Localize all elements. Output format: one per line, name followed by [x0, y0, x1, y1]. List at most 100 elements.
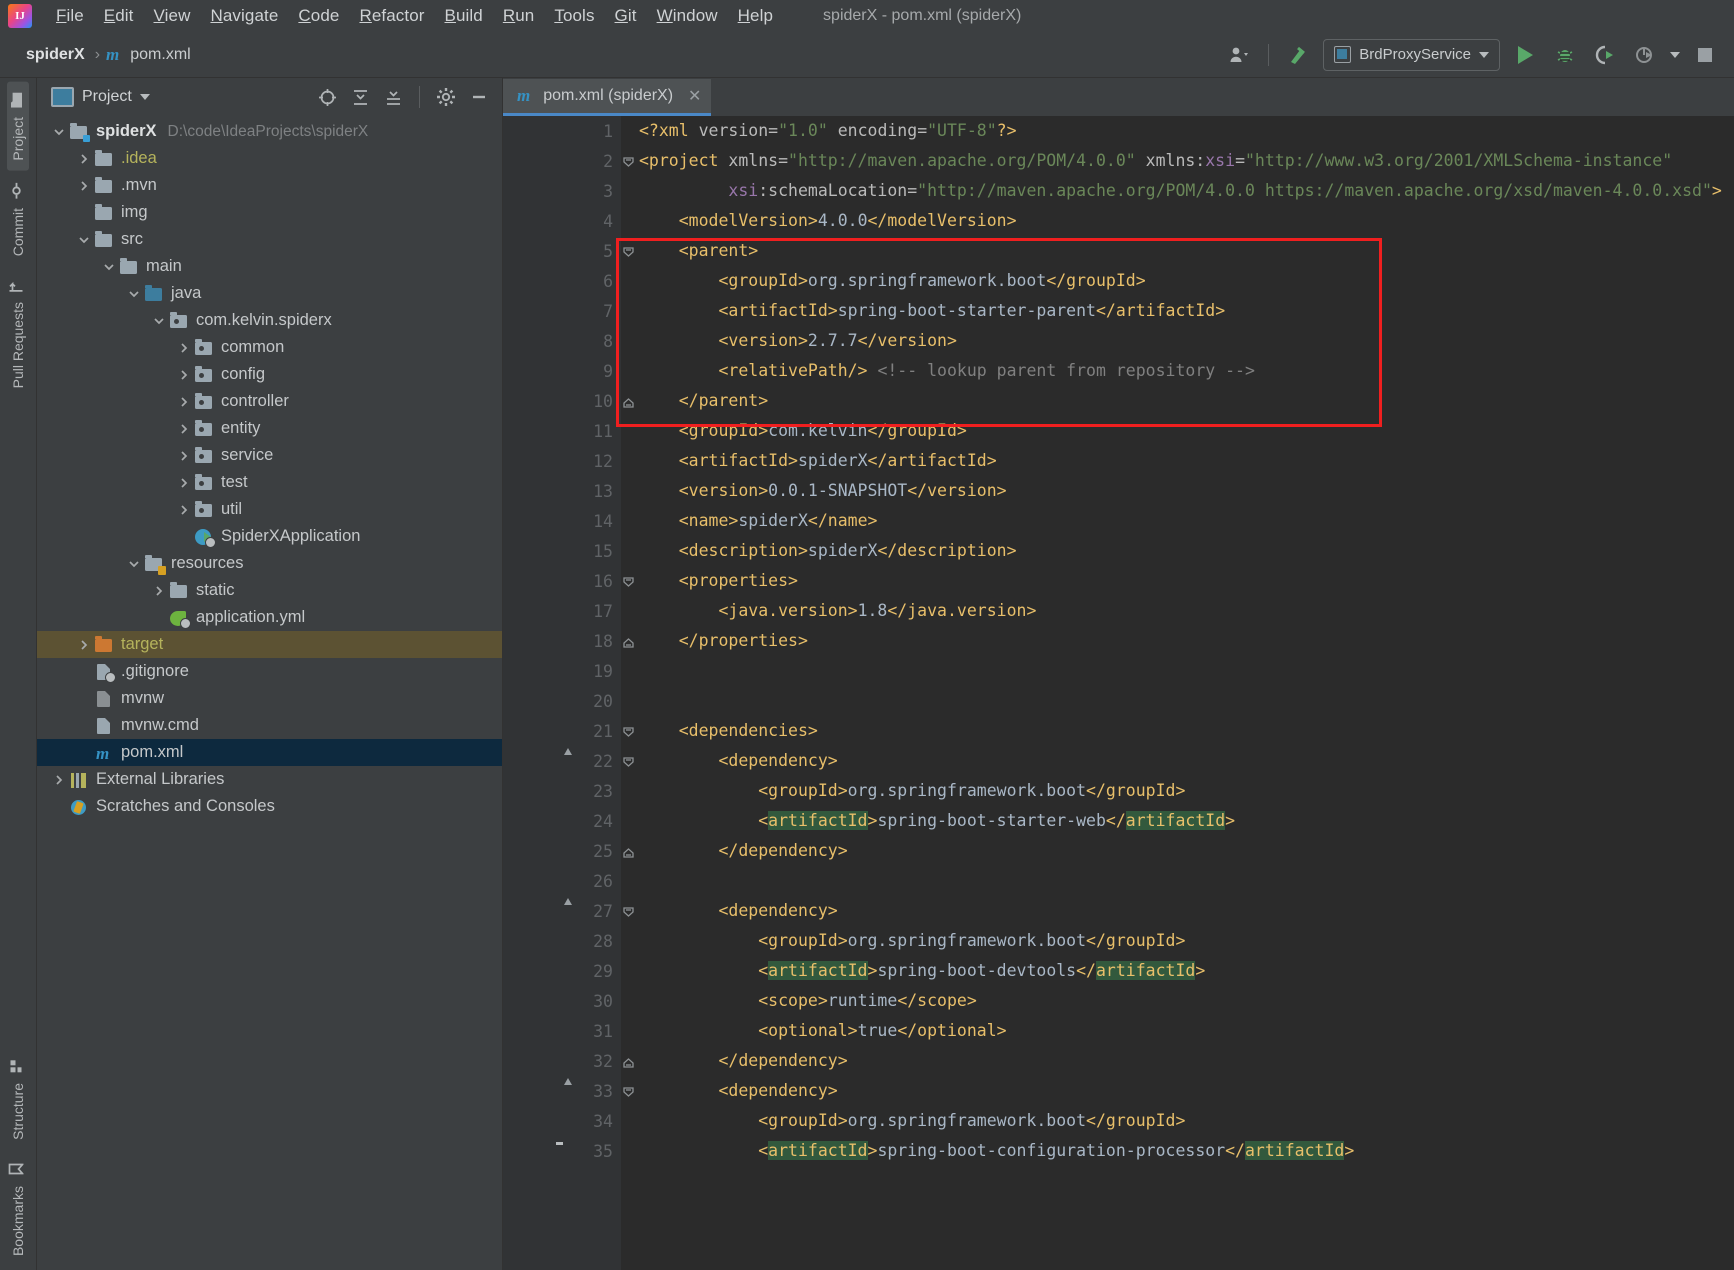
editor-gutter[interactable]: 1 2 3 4 5 6 7 8 9 10 11 12 13 14 15 16 17 18 19 20 21 22 23 24 2…: [503, 116, 634, 1270]
tree-item-pom-xml[interactable]: m pom.xml: [37, 739, 502, 766]
tree-item-com-kelvin-spiderx[interactable]: com.kelvin.spiderx: [37, 307, 502, 334]
menu-item-run[interactable]: Run: [493, 4, 545, 28]
hammer-build-icon[interactable]: [1283, 41, 1313, 69]
code-token: <groupId>: [758, 781, 848, 800]
tree-item-config[interactable]: config: [37, 361, 502, 388]
chevron-right-icon[interactable]: [174, 369, 194, 381]
expand-all-icon[interactable]: [349, 86, 371, 108]
tree-item-java[interactable]: java: [37, 280, 502, 307]
chevron-right-icon[interactable]: [174, 477, 194, 489]
debug-bug-icon[interactable]: [1550, 41, 1580, 69]
close-x-icon[interactable]: ✕: [681, 86, 701, 106]
chevron-down-icon[interactable]: [124, 288, 144, 300]
tool-window-tab-pull-requests[interactable]: Pull Requests: [7, 266, 29, 398]
chevron-right-icon[interactable]: [49, 774, 69, 786]
menu-item-code[interactable]: Code: [288, 4, 349, 28]
tree-item-mvnw[interactable]: mvnw: [37, 685, 502, 712]
chevron-down-icon[interactable]: [149, 315, 169, 327]
package-icon: [194, 473, 214, 492]
chevron-down-icon[interactable]: [74, 234, 94, 246]
tree-item-spiderx[interactable]: spiderX D:\code\IdeaProjects\spiderX: [37, 118, 502, 145]
profiler-chevron-down-icon[interactable]: [1670, 51, 1680, 58]
chevron-down-icon[interactable]: [124, 558, 144, 570]
tree-item-service[interactable]: service: [37, 442, 502, 469]
tree-item-resources[interactable]: resources: [37, 550, 502, 577]
stop-square-icon[interactable]: [1690, 41, 1720, 69]
chevron-right-icon[interactable]: [74, 153, 94, 165]
menu-item-window[interactable]: Window: [647, 4, 728, 28]
code-editor[interactable]: 1 2 3 4 5 6 7 8 9 10 11 12 13 14 15 16 17 18 19 20 21 22 23 24 2…: [503, 116, 1734, 1270]
tree-item-controller[interactable]: controller: [37, 388, 502, 415]
tree-item-util[interactable]: util: [37, 496, 502, 523]
tree-item-gitignore[interactable]: .gitignore: [37, 658, 502, 685]
breadcrumb-project[interactable]: spiderX: [22, 44, 89, 66]
tree-item-main[interactable]: main: [37, 253, 502, 280]
dependency-update-icon[interactable]: [553, 901, 573, 921]
tool-window-tab-project[interactable]: Project: [7, 82, 29, 171]
tree-item-external-libraries[interactable]: External Libraries: [37, 766, 502, 793]
menu-item-navigate[interactable]: Navigate: [200, 4, 288, 28]
tool-window-tab-bookmarks[interactable]: Bookmarks: [7, 1150, 29, 1266]
code-line-24: <artifactId>spring-boot-starter-web</art…: [639, 806, 1734, 836]
tree-item-entity[interactable]: entity: [37, 415, 502, 442]
dependency-update-icon[interactable]: [553, 751, 573, 771]
dependency-update-icon[interactable]: [553, 1081, 573, 1101]
collapse-all-icon[interactable]: [382, 86, 404, 108]
menu-item-refactor[interactable]: Refactor: [349, 4, 434, 28]
select-opened-file-icon[interactable]: [316, 86, 338, 108]
run-configuration-selector[interactable]: BrdProxyService: [1323, 38, 1500, 71]
chevron-down-icon[interactable]: [49, 126, 69, 138]
tree-item-target[interactable]: target: [37, 631, 502, 658]
chevron-right-icon[interactable]: [174, 504, 194, 516]
chevron-down-icon[interactable]: [139, 94, 150, 100]
breadcrumb-file[interactable]: pom.xml: [126, 44, 194, 66]
chevron-right-icon[interactable]: [74, 180, 94, 192]
tree-item-mvnw-cmd[interactable]: mvnw.cmd: [37, 712, 502, 739]
chevron-down-icon[interactable]: [99, 261, 119, 273]
menu-item-git[interactable]: Git: [605, 4, 647, 28]
menu-item-file[interactable]: File: [46, 4, 94, 28]
chevron-right-icon[interactable]: [174, 423, 194, 435]
intention-bulb-icon[interactable]: [553, 1141, 573, 1161]
menu-item-view[interactable]: View: [144, 4, 201, 28]
chevron-right-icon[interactable]: [149, 585, 169, 597]
chevron-right-icon[interactable]: [174, 342, 194, 354]
pull-request-icon: [9, 277, 27, 292]
line-number: 26: [593, 871, 613, 891]
tree-item-img[interactable]: img: [37, 199, 502, 226]
editor-tab-pom-xml[interactable]: m pom.xml (spiderX) ✕: [503, 79, 712, 116]
menu-item-edit[interactable]: Edit: [94, 4, 144, 28]
hide-minimize-icon[interactable]: [468, 86, 490, 108]
tree-item-application-yml[interactable]: application.yml: [37, 604, 502, 631]
run-with-coverage-icon[interactable]: [1590, 41, 1620, 69]
menu-item-help[interactable]: Help: [728, 4, 783, 28]
tree-item-spiderxapplication[interactable]: SpiderXApplication: [37, 523, 502, 550]
tree-item-mvn[interactable]: .mvn: [37, 172, 502, 199]
profiler-icon[interactable]: [1630, 41, 1660, 69]
tree-item-scratches-and-consoles[interactable]: Scratches and Consoles: [37, 793, 502, 820]
tree-item-src[interactable]: src: [37, 226, 502, 253]
code-token: <artifactId>: [678, 451, 798, 470]
tool-window-tab-structure[interactable]: Structure: [7, 1047, 29, 1150]
code-token: </parent>: [678, 391, 769, 410]
settings-gear-icon[interactable]: [435, 86, 457, 108]
chevron-right-icon[interactable]: [174, 396, 194, 408]
tree-item-static[interactable]: static: [37, 577, 502, 604]
run-play-icon[interactable]: [1510, 41, 1540, 69]
gutter-line-20: 20: [503, 686, 621, 716]
chevron-right-icon[interactable]: [174, 450, 194, 462]
menu-item-tools[interactable]: Tools: [544, 4, 604, 28]
code-token: <parent>: [678, 241, 759, 260]
editor-code-content[interactable]: <?xml version="1.0" encoding="UTF-8"?> <p…: [621, 116, 1734, 1270]
chevron-right-icon[interactable]: [74, 639, 94, 651]
tree-item-idea[interactable]: .idea: [37, 145, 502, 172]
menu-item-build[interactable]: Build: [435, 4, 493, 28]
code-token: </: [1225, 1141, 1245, 1160]
tree-item-common[interactable]: common: [37, 334, 502, 361]
editor-area: m pom.xml (spiderX) ✕ 1 2 3 4 5 6 7 8 9 10 11 12 13 1…: [503, 78, 1734, 1270]
tree-item-test[interactable]: test: [37, 469, 502, 496]
tool-window-tab-commit[interactable]: Commit: [7, 171, 29, 266]
user-account-icon[interactable]: [1224, 41, 1254, 69]
